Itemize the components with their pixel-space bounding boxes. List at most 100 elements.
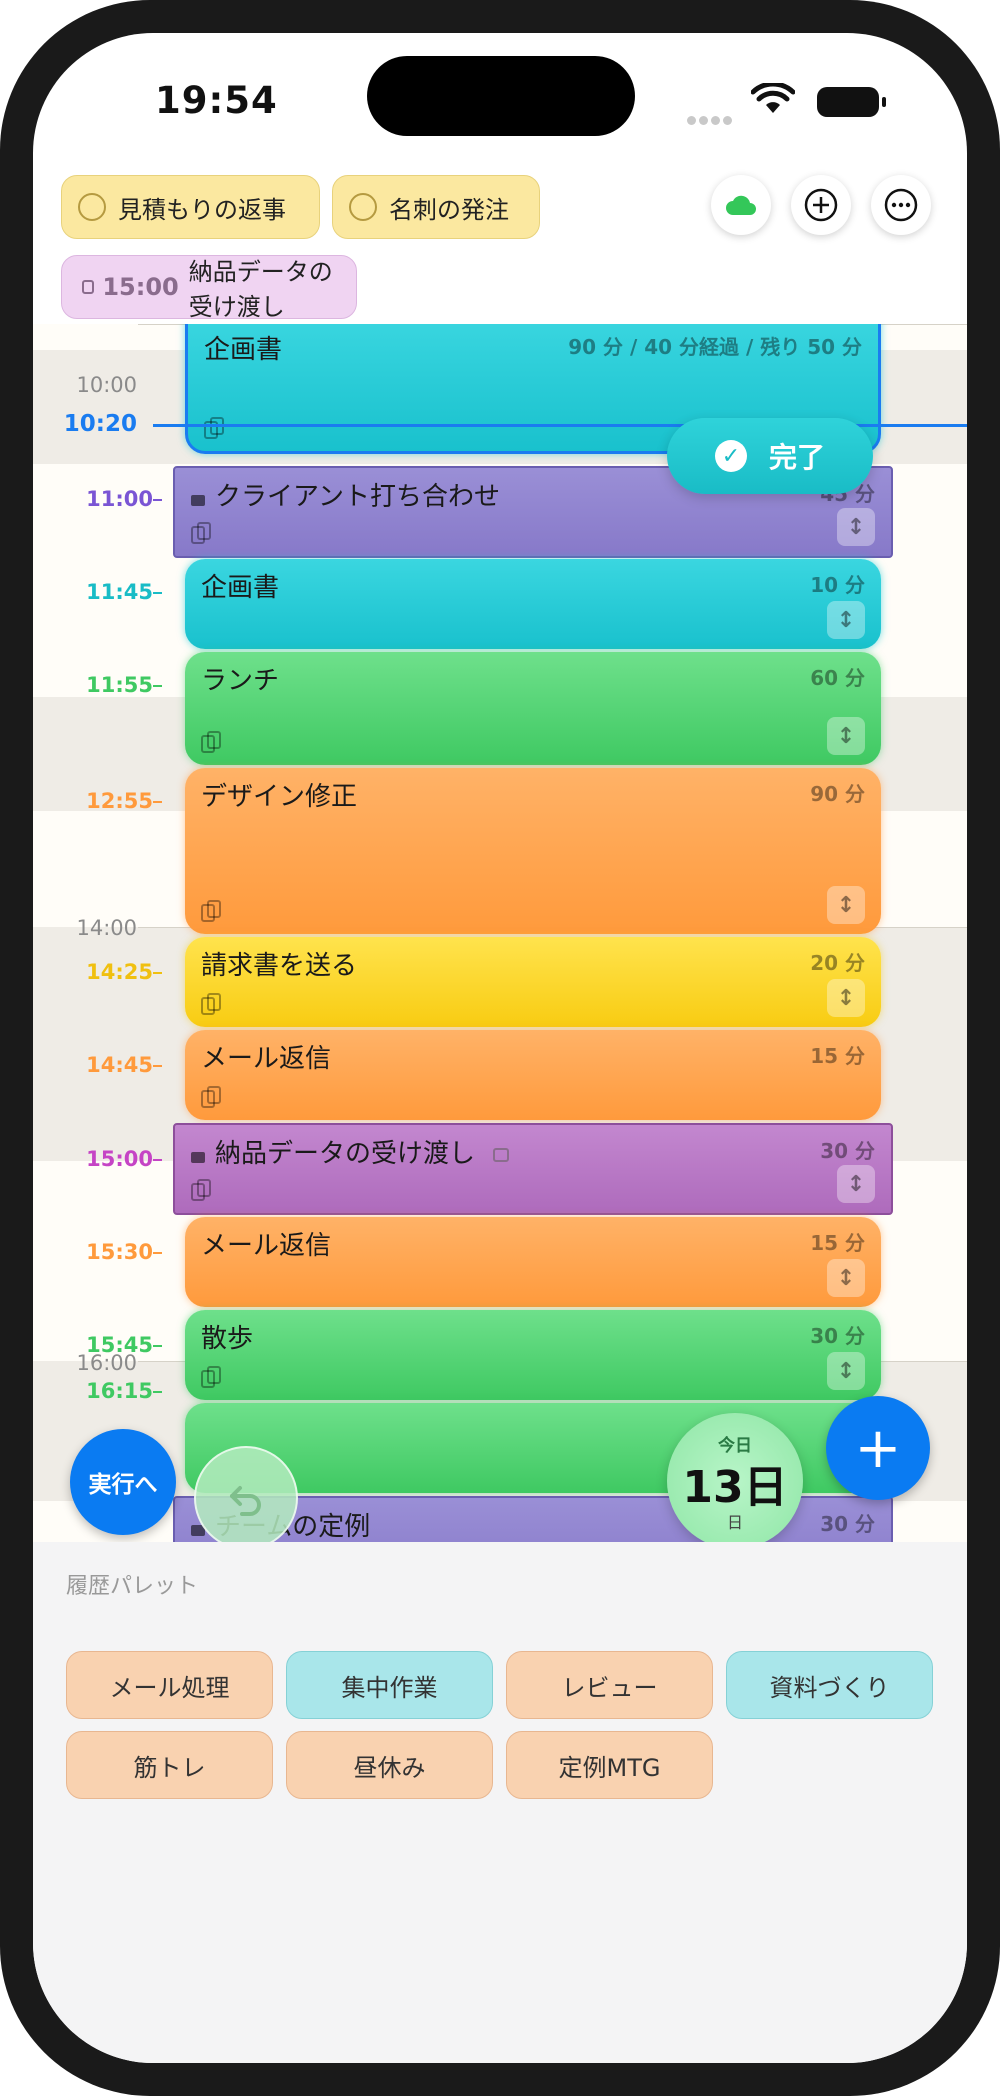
task-block[interactable]: 散歩 30 分 ↕ bbox=[185, 1310, 881, 1400]
time-tick bbox=[153, 801, 162, 803]
task-block[interactable]: メール返信 15 分 ↕ bbox=[185, 1217, 881, 1307]
time-tick bbox=[153, 1159, 162, 1161]
resize-handle-icon[interactable]: ↕ bbox=[827, 1259, 865, 1297]
screen: 19:54 見積もりの返事 名刺の発注 15:00 納品データの受け渡し 10:… bbox=[33, 33, 967, 2063]
task-duration: 20 分 bbox=[810, 951, 865, 975]
date-number: 13日 bbox=[682, 1462, 788, 1513]
time-label: 15:00 bbox=[86, 1147, 153, 1171]
task-duration: 30 分 bbox=[810, 1324, 865, 1348]
task-title: メール返信 bbox=[201, 1044, 332, 1074]
copy-icon[interactable] bbox=[201, 731, 221, 753]
time-label: 14:25 bbox=[86, 960, 153, 984]
time-label: 11:00 bbox=[86, 487, 153, 511]
task-title: 請求書を送る bbox=[201, 951, 358, 981]
task-duration: 10 分 bbox=[810, 573, 865, 597]
plus-circle-icon bbox=[804, 188, 838, 222]
resize-handle-icon[interactable]: ↕ bbox=[827, 979, 865, 1017]
task-duration: 90 分 bbox=[810, 782, 865, 806]
resize-handle-icon[interactable]: ↕ bbox=[837, 1165, 875, 1203]
cloud-icon bbox=[726, 195, 756, 215]
checkbox-circle-icon[interactable] bbox=[78, 193, 106, 221]
date-weekday: 日 bbox=[726, 1513, 743, 1532]
resize-handle-icon[interactable]: ↕ bbox=[827, 601, 865, 639]
time-label: 12:55 bbox=[86, 789, 153, 813]
task-block[interactable]: 請求書を送る 20 分 ↕ bbox=[185, 937, 881, 1027]
date-button[interactable]: 今日 13日 日 bbox=[667, 1413, 803, 1549]
checkbox-circle-icon[interactable] bbox=[349, 193, 377, 221]
palette-item[interactable]: 筋トレ bbox=[66, 1731, 273, 1799]
time-tick bbox=[153, 1345, 162, 1347]
wifi-icon bbox=[751, 83, 795, 113]
more-button[interactable] bbox=[871, 175, 931, 235]
time-tick bbox=[153, 499, 162, 501]
copy-icon[interactable] bbox=[191, 522, 211, 544]
task-block[interactable]: デザイン修正 90 分 ↕ bbox=[185, 768, 881, 934]
inbox-chip-business-cards[interactable]: 名刺の発注 bbox=[332, 175, 540, 239]
copy-icon[interactable] bbox=[201, 993, 221, 1015]
sync-button[interactable] bbox=[711, 175, 771, 235]
chip-label: 見積もりの返事 bbox=[118, 195, 286, 224]
task-title: メール返信 bbox=[201, 1231, 332, 1261]
complete-label: 完了 bbox=[768, 441, 825, 474]
time-label: 14:00 bbox=[76, 916, 137, 940]
time-label: 10:00 bbox=[76, 373, 137, 397]
dynamic-island bbox=[367, 56, 635, 136]
task-title: クライアント打ち合わせ bbox=[191, 476, 500, 513]
lock-icon bbox=[191, 495, 205, 506]
undo-button[interactable] bbox=[194, 1446, 298, 1550]
calendar-icon bbox=[82, 280, 95, 294]
task-duration: 30 分 bbox=[820, 1512, 875, 1536]
palette-item[interactable]: レビュー bbox=[506, 1651, 713, 1719]
copy-icon[interactable] bbox=[201, 1366, 221, 1388]
battery-icon bbox=[817, 87, 886, 117]
time-tick bbox=[153, 1391, 162, 1393]
time-label: 15:45 bbox=[86, 1333, 153, 1357]
palette-item[interactable]: メール処理 bbox=[66, 1651, 273, 1719]
copy-icon[interactable] bbox=[201, 900, 221, 922]
task-duration: 30 分 bbox=[820, 1139, 875, 1163]
resize-handle-icon[interactable]: ↕ bbox=[827, 1352, 865, 1390]
task-duration: 15 分 bbox=[810, 1044, 865, 1068]
time-label: 14:45 bbox=[86, 1053, 153, 1077]
undo-icon bbox=[230, 1486, 261, 1516]
resize-handle-icon[interactable]: ↕ bbox=[837, 508, 875, 546]
time-label: 15:30 bbox=[86, 1240, 153, 1264]
run-button[interactable]: 実行へ bbox=[70, 1429, 176, 1535]
checkmark-icon: ✓ bbox=[714, 440, 747, 472]
copy-icon[interactable] bbox=[201, 1086, 221, 1108]
add-top-button[interactable] bbox=[791, 175, 851, 235]
timeline[interactable]: 10:00 14:00 16:00 10:20 11:00 11:45 11:5… bbox=[33, 324, 967, 1542]
history-palette: 履歴パレット メール処理 集中作業 レビュー 資料づくり 筋トレ 昼休み 定例M… bbox=[33, 1542, 967, 2063]
time-tick bbox=[153, 592, 162, 594]
time-tick bbox=[153, 972, 162, 974]
task-duration: 90 分 / 40 分経過 / 残り 50 分 bbox=[568, 335, 862, 359]
complete-button[interactable]: ✓ 完了 bbox=[667, 418, 873, 494]
resize-handle-icon[interactable]: ↕ bbox=[827, 886, 865, 924]
time-label: 11:55 bbox=[86, 673, 153, 697]
event-chip-time: 15:00 bbox=[102, 273, 179, 301]
resize-handle-icon[interactable]: ↕ bbox=[827, 717, 865, 755]
inbox-chip-estimate-reply[interactable]: 見積もりの返事 bbox=[61, 175, 320, 239]
task-block[interactable]: メール返信 15 分 bbox=[185, 1030, 881, 1120]
time-tick bbox=[153, 1065, 162, 1067]
chip-label: 名刺の発注 bbox=[389, 195, 509, 224]
task-block[interactable]: 納品データの受け渡し 30 分 ↕ bbox=[173, 1123, 893, 1215]
palette-item[interactable]: 定例MTG bbox=[506, 1731, 713, 1799]
calendar-icon bbox=[493, 1147, 510, 1162]
now-time-label: 10:20 bbox=[63, 411, 137, 437]
device-frame: 19:54 見積もりの返事 名刺の発注 15:00 納品データの受け渡し 10:… bbox=[0, 0, 1000, 2096]
time-tick bbox=[153, 1252, 162, 1254]
task-block[interactable]: ランチ 60 分 ↕ bbox=[185, 652, 881, 765]
ellipsis-circle-icon bbox=[884, 188, 918, 222]
time-label: 11:45 bbox=[86, 580, 153, 604]
task-title: 企画書 bbox=[201, 573, 280, 603]
palette-item[interactable]: 昼休み bbox=[286, 1731, 493, 1799]
event-chip[interactable]: 15:00 納品データの受け渡し bbox=[61, 255, 357, 321]
status-time: 19:54 bbox=[155, 79, 278, 122]
task-duration: 15 分 bbox=[810, 1231, 865, 1255]
add-task-button[interactable]: + bbox=[826, 1396, 930, 1500]
palette-item[interactable]: 資料づくり bbox=[726, 1651, 933, 1719]
copy-icon[interactable] bbox=[191, 1179, 211, 1201]
palette-item[interactable]: 集中作業 bbox=[286, 1651, 493, 1719]
task-block[interactable]: 企画書 10 分 ↕ bbox=[185, 559, 881, 649]
